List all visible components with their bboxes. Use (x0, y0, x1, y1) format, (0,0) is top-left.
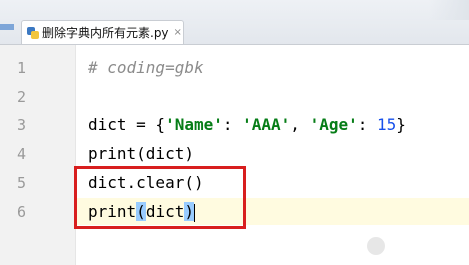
code-token: : (222, 115, 243, 134)
watermark (367, 235, 459, 257)
highlight-annotation-box (74, 166, 246, 229)
line-number-gutter (0, 45, 75, 265)
code-token: } (396, 115, 406, 134)
code-token: , (290, 115, 310, 134)
close-icon[interactable]: × (174, 27, 182, 38)
tab-file[interactable]: 删除字典内所有元素.py × (21, 20, 184, 44)
gutter-separator (75, 45, 76, 265)
python-file-icon (27, 26, 39, 39)
code-line-3[interactable]: dict = {'Name': 'AAA', 'Age': 15} (88, 115, 406, 135)
baidu-paw-icon (367, 237, 385, 255)
code-line-4[interactable]: print(dict) (88, 144, 194, 164)
code-token: : (357, 115, 377, 134)
line-number: 4 (17, 145, 27, 163)
line-number: 5 (17, 174, 27, 192)
code-line-1[interactable]: # coding=gbk (88, 58, 204, 78)
editor-tab-bar: 删除字典内所有元素.py × (0, 0, 469, 45)
string-literal: 'Age' (309, 115, 358, 134)
code-token: dict = { (88, 115, 166, 134)
tab-strip-edge (0, 24, 14, 30)
string-literal: 'Name' (165, 115, 223, 134)
tab-bar-fade (429, 0, 469, 20)
line-number: 3 (17, 116, 27, 134)
string-literal: 'AAA' (242, 115, 291, 134)
tab-label: 删除字典内所有元素.py (42, 26, 169, 40)
number-literal: 15 (377, 115, 397, 134)
line-number: 2 (17, 88, 27, 106)
line-number: 1 (17, 59, 27, 77)
line-number: 6 (17, 203, 27, 221)
